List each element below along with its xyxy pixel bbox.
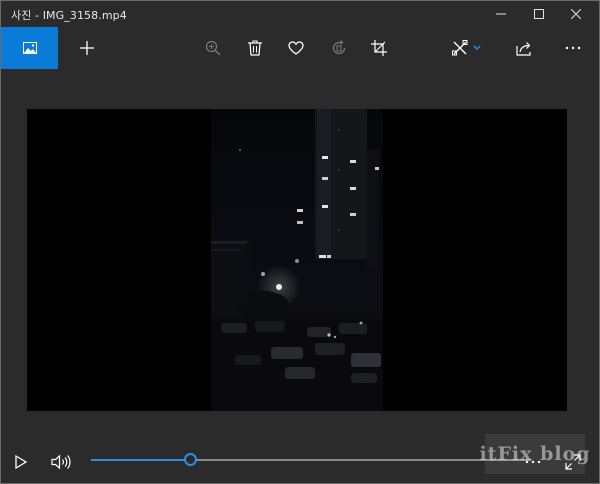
plus-icon xyxy=(80,41,94,55)
share-button[interactable] xyxy=(504,27,544,69)
see-more-button[interactable] xyxy=(553,27,593,69)
rotate-icon xyxy=(332,40,346,55)
heart-icon xyxy=(288,41,304,55)
video-stage[interactable] xyxy=(1,69,599,441)
zoom-button[interactable] xyxy=(193,27,233,69)
window-title: 사진 - IMG_3158.mp4 xyxy=(11,9,127,22)
trash-icon xyxy=(248,40,262,56)
play-button[interactable] xyxy=(5,447,37,477)
play-icon xyxy=(15,455,27,469)
edit-and-create-button[interactable] xyxy=(443,27,491,69)
zoom-in-icon xyxy=(205,40,221,56)
video-player[interactable] xyxy=(27,109,567,411)
share-icon xyxy=(516,41,531,56)
seek-thumb[interactable] xyxy=(183,453,197,466)
photos-app-window: 사진 - IMG_3158.mp4 itFix blog xyxy=(0,0,600,484)
add-to-button[interactable] xyxy=(67,27,107,69)
seek-progress xyxy=(91,459,190,461)
chevron-down-icon xyxy=(473,45,481,50)
blog-watermark: itFix blog xyxy=(479,434,590,474)
maximize-icon xyxy=(534,9,544,19)
photos-collection-button[interactable] xyxy=(1,27,58,69)
close-icon xyxy=(571,9,581,19)
video-frame-night-scene xyxy=(211,109,383,411)
image-icon xyxy=(22,42,37,54)
crop-icon xyxy=(371,40,387,56)
rotate-button[interactable] xyxy=(319,27,359,69)
favorite-button[interactable] xyxy=(276,27,316,69)
more-icon xyxy=(565,46,581,50)
delete-button[interactable] xyxy=(235,27,275,69)
toolbar xyxy=(1,27,599,69)
volume-button[interactable] xyxy=(45,447,77,477)
crop-button[interactable] xyxy=(359,27,399,69)
seek-bar[interactable] xyxy=(91,459,531,461)
volume-icon xyxy=(51,454,71,470)
title-bar: 사진 - IMG_3158.mp4 xyxy=(1,1,599,27)
minimize-icon xyxy=(496,13,506,15)
close-button[interactable] xyxy=(554,1,598,27)
edit-tools-icon xyxy=(452,40,481,56)
